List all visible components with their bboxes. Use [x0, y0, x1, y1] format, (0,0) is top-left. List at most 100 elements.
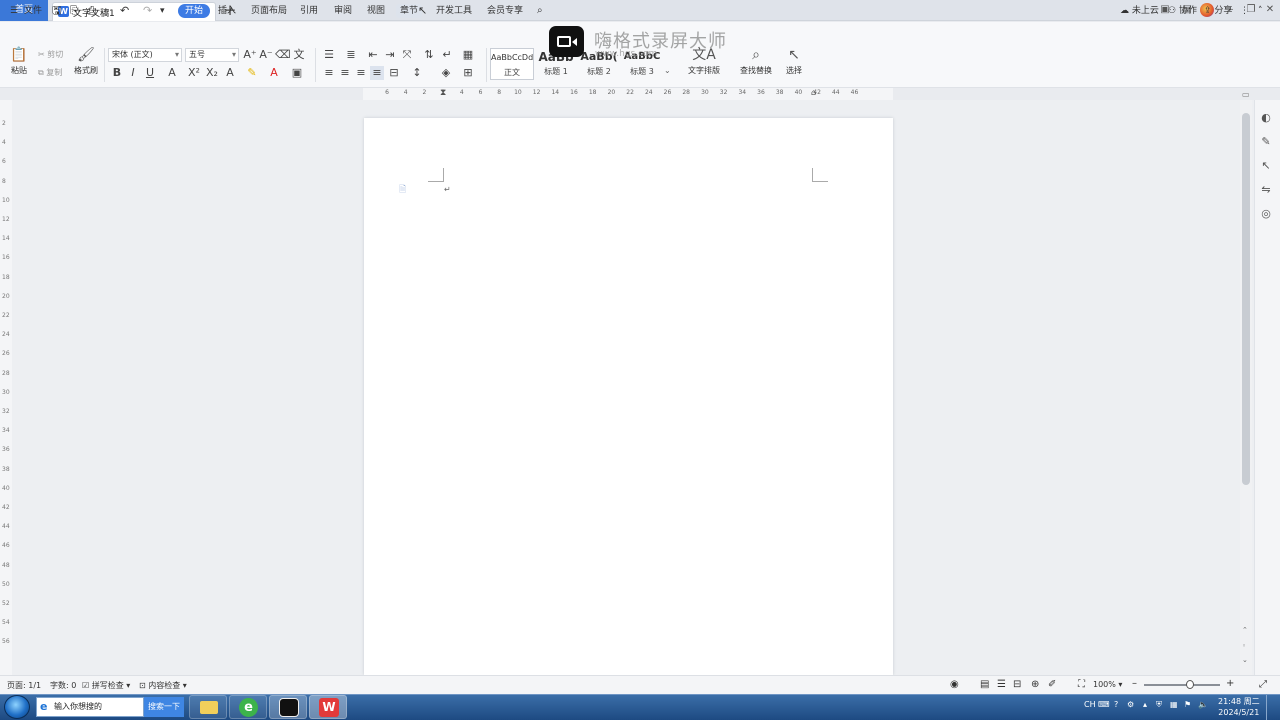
preview-icon[interactable]: ⌕	[104, 4, 110, 18]
zoom-slider[interactable]	[1144, 684, 1220, 686]
menu-icon[interactable]: ☰	[10, 4, 18, 18]
ruler-toggle-icon[interactable]: ▭	[1242, 90, 1250, 99]
tab-start[interactable]: 开始	[178, 4, 211, 18]
input-language[interactable]: CH	[1084, 700, 1096, 709]
spell-check-button[interactable]: ☑ 拼写检查 ▾	[82, 680, 130, 691]
bullet-list-icon[interactable]: ☰	[322, 48, 336, 62]
character-border-icon[interactable]: ▣	[290, 66, 304, 80]
vertical-ruler[interactable]	[0, 100, 12, 675]
align-center-icon[interactable]: ≡	[338, 66, 352, 80]
find-replace-button[interactable]: ⌕ 查找替换	[736, 47, 776, 76]
text-effect-icon[interactable]: A	[165, 66, 179, 80]
print-icon[interactable]: ⎙	[87, 4, 96, 18]
scroll-down-page-icon[interactable]: ⌄	[1242, 656, 1248, 664]
search-icon[interactable]: ⌕	[537, 4, 543, 18]
keyboard-icon[interactable]: ⌨	[1098, 700, 1110, 709]
show-desktop-button[interactable]	[1266, 695, 1280, 720]
scroll-up-page-icon[interactable]: ⌃	[1242, 626, 1248, 634]
pinyin-icon[interactable]: 文	[292, 48, 306, 62]
expand-tray-icon[interactable]: ▴	[1143, 700, 1147, 709]
shading-icon[interactable]: ◈	[439, 66, 453, 80]
undo-icon[interactable]: ↶	[120, 4, 129, 18]
fit-page-icon[interactable]: ⛶	[1078, 679, 1085, 690]
network-icon[interactable]: ▦	[1170, 700, 1178, 709]
close-window-icon[interactable]: ✕	[1261, 2, 1279, 18]
character-shading-icon[interactable]: A	[223, 66, 237, 80]
collapse-ribbon-icon[interactable]: ˄	[1258, 4, 1263, 18]
tab-member[interactable]: 会员专享	[487, 4, 523, 18]
fullscreen-icon[interactable]: ⤢	[1259, 679, 1267, 690]
eye-protection-icon[interactable]: ◉	[950, 679, 959, 690]
edit-icon[interactable]: ✎	[1258, 135, 1274, 148]
more-icon[interactable]: ⋮	[1240, 4, 1249, 18]
select-button[interactable]: ↖ 选择	[780, 47, 808, 76]
navigation-icon[interactable]: ◎	[1258, 207, 1274, 220]
taskbar-file-explorer[interactable]	[189, 695, 227, 719]
borders-icon[interactable]: ⊞	[461, 66, 475, 80]
theme-icon[interactable]: ◐	[1258, 111, 1274, 124]
style-normal[interactable]: AaBbCcDd 正文	[490, 48, 534, 80]
content-check-button[interactable]: ⊡ 内容检查 ▾	[139, 680, 187, 691]
reading-view-icon[interactable]: ⊟	[1013, 679, 1021, 690]
underline-icon[interactable]: U	[143, 66, 157, 80]
tab-references[interactable]: 引用	[300, 4, 318, 18]
styles-more-icon[interactable]: ⌄	[664, 66, 671, 75]
show-marks-icon[interactable]: ↵	[440, 48, 454, 62]
write-view-icon[interactable]: ✐	[1048, 679, 1056, 690]
tab-review[interactable]: 审阅	[334, 4, 352, 18]
help-icon[interactable]: ?	[1114, 700, 1118, 709]
zoom-slider-knob[interactable]	[1186, 680, 1194, 689]
paste-button[interactable]: 📋 粘贴	[8, 47, 30, 76]
web-view-icon[interactable]: ⊕	[1031, 679, 1039, 690]
highlight-icon[interactable]: ✎	[245, 66, 259, 80]
share-button[interactable]: ⇪ 分享	[1204, 4, 1232, 18]
font-size-select[interactable]: 五号	[185, 48, 239, 62]
format-painter-button[interactable]: 🖌 格式刷	[72, 47, 100, 76]
collaborate-button[interactable]: ⚇ 协作	[1168, 4, 1197, 18]
increase-indent-icon[interactable]: ⇥	[383, 48, 397, 62]
zoom-in-icon[interactable]: +	[1226, 678, 1234, 689]
sort-icon[interactable]: ⇅	[422, 48, 436, 62]
scroll-select-icon[interactable]: ◦	[1242, 642, 1246, 650]
zoom-level[interactable]: 100% ▾	[1093, 680, 1122, 689]
italic-icon[interactable]: I	[126, 66, 140, 80]
align-left-icon[interactable]: ≡	[322, 66, 336, 80]
tab-page-layout[interactable]: 页面布局	[251, 4, 287, 18]
right-indent-marker-icon[interactable]: ⌂	[811, 88, 816, 97]
distributed-icon[interactable]: ⊟	[387, 66, 401, 80]
chinese-layout-icon[interactable]: ⤧	[400, 48, 414, 62]
taskbar-wps[interactable]: W	[309, 695, 347, 719]
taskbar-browser[interactable]: e	[229, 695, 267, 719]
grow-font-icon[interactable]: A⁺	[243, 48, 257, 62]
tab-insert[interactable]: 插入	[218, 4, 236, 18]
decrease-indent-icon[interactable]: ⇤	[366, 48, 380, 62]
select-tool-icon[interactable]: ↖	[1258, 159, 1274, 172]
copy-button[interactable]: ⧉ 复制	[38, 67, 62, 78]
system-clock[interactable]: 21:48 周二 2024/5/21	[1218, 696, 1260, 718]
cut-button[interactable]: ✂ 剪切	[38, 49, 63, 60]
export-icon[interactable]: ⎘	[70, 4, 79, 18]
redo-icon[interactable]: ↷	[143, 4, 152, 18]
volume-icon[interactable]: 🔈	[1198, 700, 1208, 709]
cloud-status-button[interactable]: ☁ 未上云	[1120, 4, 1159, 18]
taskbar-search-button[interactable]: 搜索一下	[144, 697, 184, 717]
start-button[interactable]	[4, 695, 30, 719]
vertical-scrollbar-thumb[interactable]	[1242, 113, 1250, 485]
tab-developer-tools[interactable]: 开发工具	[436, 4, 472, 18]
bold-icon[interactable]: B	[110, 66, 124, 80]
zoom-out-icon[interactable]: –	[1132, 678, 1137, 689]
outline-view-icon[interactable]: ☰	[997, 679, 1006, 690]
align-right-icon[interactable]: ≡	[354, 66, 368, 80]
superscript-icon[interactable]: X²	[187, 66, 201, 80]
clear-format-icon[interactable]: ⌫	[275, 48, 291, 62]
subscript-icon[interactable]: X₂	[205, 66, 219, 80]
font-color-icon[interactable]: A	[267, 66, 281, 80]
taskbar-search-input[interactable]: e 输入你想搜的	[36, 697, 144, 717]
taskbar-screen-recorder[interactable]	[269, 695, 307, 719]
security-shield-icon[interactable]: ⛨	[1156, 700, 1162, 710]
page-indicator[interactable]: 页面: 1/1	[7, 680, 41, 691]
quick-access-dropdown-icon[interactable]: ▾	[160, 4, 165, 18]
save-icon[interactable]: 🖫	[52, 4, 61, 18]
table-grid-icon[interactable]: ▦	[461, 48, 475, 62]
word-count[interactable]: 字数: 0	[50, 680, 76, 691]
